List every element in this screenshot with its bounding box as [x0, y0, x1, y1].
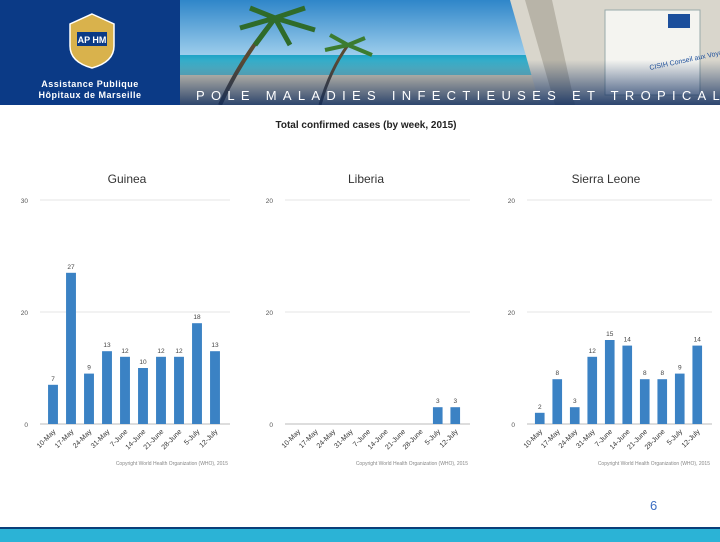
data-label: 13	[211, 342, 219, 349]
data-label: 8	[555, 370, 559, 377]
x-tick-label: 28-June	[161, 428, 184, 451]
page-number: 6	[650, 498, 658, 513]
copyright-note: Copyright World Health Organization (WHO…	[116, 461, 228, 467]
bar	[552, 379, 563, 424]
data-label: 18	[193, 314, 201, 321]
y-tick-label: 0	[511, 422, 515, 429]
x-tick-label: 12-July	[439, 428, 460, 449]
copyright-note: Copyright World Health Organization (WHO…	[356, 461, 468, 467]
bar	[674, 373, 685, 424]
data-label: 15	[606, 331, 614, 338]
bar	[102, 351, 112, 424]
y-tick-label: 20	[508, 198, 516, 205]
copyright-note: Copyright World Health Organization (WHO…	[598, 461, 710, 467]
data-label: 3	[436, 398, 440, 405]
data-label: 27	[67, 264, 75, 271]
y-tick-label: 20	[508, 310, 516, 317]
data-label: 12	[175, 348, 183, 355]
data-label: 10	[139, 359, 147, 366]
x-tick-label: 31-May	[90, 428, 112, 450]
bar	[48, 384, 58, 424]
y-tick-label: 0	[269, 422, 273, 429]
data-label: 7	[51, 376, 55, 383]
chart-title: Liberia	[348, 172, 384, 186]
data-label: 9	[87, 365, 91, 372]
bar	[692, 345, 703, 424]
charts-svg: Guinea02030710-May2717-May924-May1331-Ma…	[21, 172, 712, 467]
data-label: 12	[121, 348, 129, 355]
bar	[174, 356, 184, 424]
y-tick-label: 0	[24, 422, 28, 429]
bar	[66, 272, 76, 424]
y-tick-label: 20	[266, 198, 274, 205]
bar	[156, 356, 166, 424]
data-label: 3	[453, 398, 457, 405]
x-tick-label: 31-May	[333, 428, 355, 450]
data-label: 14	[624, 337, 632, 344]
bar	[569, 407, 580, 424]
bar	[120, 356, 130, 424]
y-tick-label: 30	[21, 198, 29, 205]
y-tick-label: 20	[266, 310, 274, 317]
bar	[450, 407, 461, 424]
bar	[587, 356, 598, 424]
x-tick-label: 12-July	[198, 428, 219, 449]
data-label: 12	[157, 348, 165, 355]
bar	[604, 340, 615, 424]
x-tick-label: 31-May	[575, 428, 597, 450]
bar	[657, 379, 668, 424]
data-label: 8	[643, 370, 647, 377]
chart-title: Guinea	[108, 172, 147, 186]
data-label: 12	[589, 348, 597, 355]
y-tick-label: 20	[21, 310, 29, 317]
data-label: 3	[573, 398, 577, 405]
data-label: 9	[678, 365, 682, 372]
bar	[210, 351, 220, 424]
bar	[639, 379, 650, 424]
bar	[622, 345, 633, 424]
bar	[138, 368, 148, 424]
data-label: 13	[103, 342, 111, 349]
data-label: 2	[538, 404, 542, 411]
bar	[432, 407, 443, 424]
bar	[534, 412, 545, 424]
data-label: 8	[660, 370, 664, 377]
bar	[192, 323, 202, 424]
bar	[84, 373, 94, 424]
x-tick-label: 12-July	[681, 428, 702, 449]
data-label: 14	[694, 337, 702, 344]
chart-title: Sierra Leone	[572, 172, 641, 186]
